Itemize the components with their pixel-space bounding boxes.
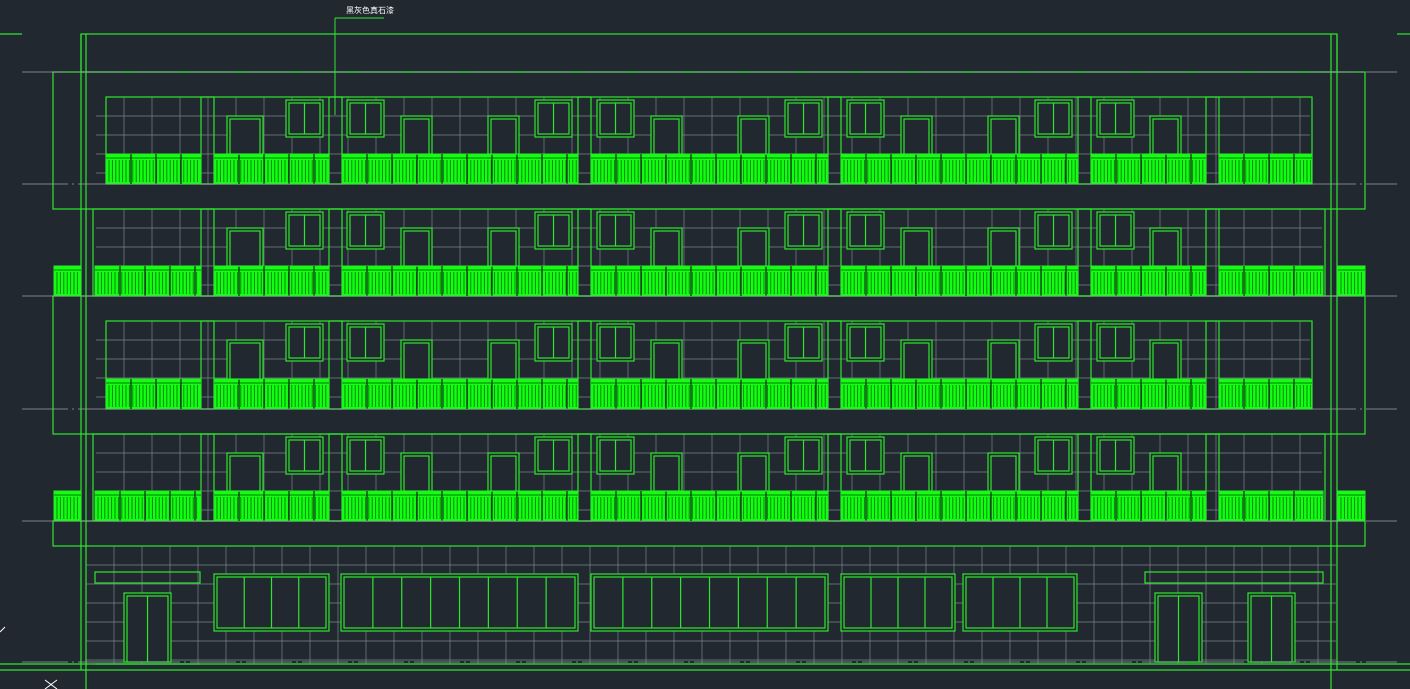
door-leaf (1152, 455, 1179, 492)
door-leaf (403, 230, 430, 267)
door-leaf (653, 455, 680, 492)
door-leaf (903, 342, 930, 380)
door-leaf (990, 342, 1017, 380)
door-leaf (490, 455, 517, 492)
building-elevation-drawing[interactable] (0, 0, 1410, 689)
door-leaf (403, 342, 430, 380)
material-annotation: 黑灰色真石漆 (346, 6, 394, 15)
door-leaf (1152, 230, 1179, 267)
door-leaf (229, 118, 261, 155)
door-leaf (903, 118, 930, 155)
door-leaf (990, 118, 1017, 155)
door-leaf (653, 118, 680, 155)
door-leaf (653, 230, 680, 267)
door-leaf (403, 455, 430, 492)
door-leaf (653, 342, 680, 380)
door-leaf (1152, 118, 1179, 155)
door-leaf (403, 118, 430, 155)
door-leaf (740, 230, 767, 267)
door-leaf (229, 342, 261, 380)
door-leaf (903, 230, 930, 267)
door-leaf (740, 118, 767, 155)
door-leaf (990, 230, 1017, 267)
door-leaf (229, 455, 261, 492)
door-leaf (229, 230, 261, 267)
door-leaf (490, 230, 517, 267)
door-leaf (903, 455, 930, 492)
door-leaf (740, 455, 767, 492)
door-leaf (740, 342, 767, 380)
door-leaf (1152, 342, 1179, 380)
door-leaf (990, 455, 1017, 492)
door-leaf (490, 118, 517, 155)
door-leaf (490, 342, 517, 380)
